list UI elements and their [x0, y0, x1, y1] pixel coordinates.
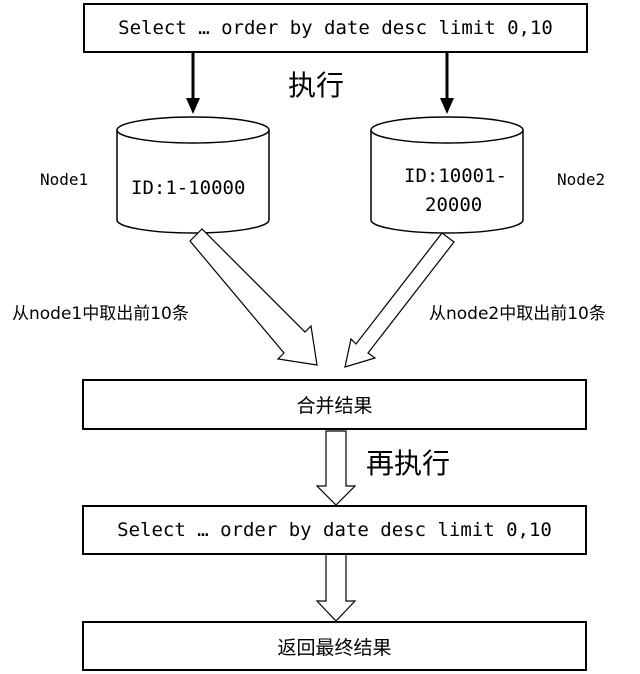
return-box: 返回最终结果 [82, 621, 587, 671]
top-query-box: Select … order by date desc limit 0,10 [83, 3, 588, 53]
bottom-query-box: Select … order by date desc limit 0,10 [82, 505, 587, 555]
node2-id-line2: 20000 [425, 194, 483, 216]
take-node1-label: 从node1中取出前10条 [12, 304, 189, 324]
merge-box: 合并结果 [82, 379, 587, 430]
exec-arrow-node2 [440, 53, 454, 114]
node2-id-line1: ID:10001- [404, 165, 507, 187]
node1-id-range: ID:1-10000 [131, 177, 246, 199]
return-label: 返回最终结果 [277, 636, 392, 659]
take-node2-label: 从node2中取出前10条 [429, 304, 606, 324]
bottom-query-text: Select … order by date desc limit 0,10 [117, 519, 552, 541]
merge-label: 合并结果 [296, 395, 373, 417]
node1-name: Node1 [40, 170, 89, 189]
exec-arrow-node1 [186, 53, 200, 114]
fetch-arrow-node1 [189, 228, 318, 366]
top-query-text: Select … order by date desc limit 0,10 [118, 17, 553, 39]
return-arrow [315, 553, 357, 622]
re-exec-label: 再执行 [366, 447, 451, 480]
node1-database [116, 116, 270, 234]
re-exec-arrow [315, 430, 357, 506]
exec-label: 执行 [288, 69, 345, 102]
node2-name: Node2 [557, 170, 606, 189]
